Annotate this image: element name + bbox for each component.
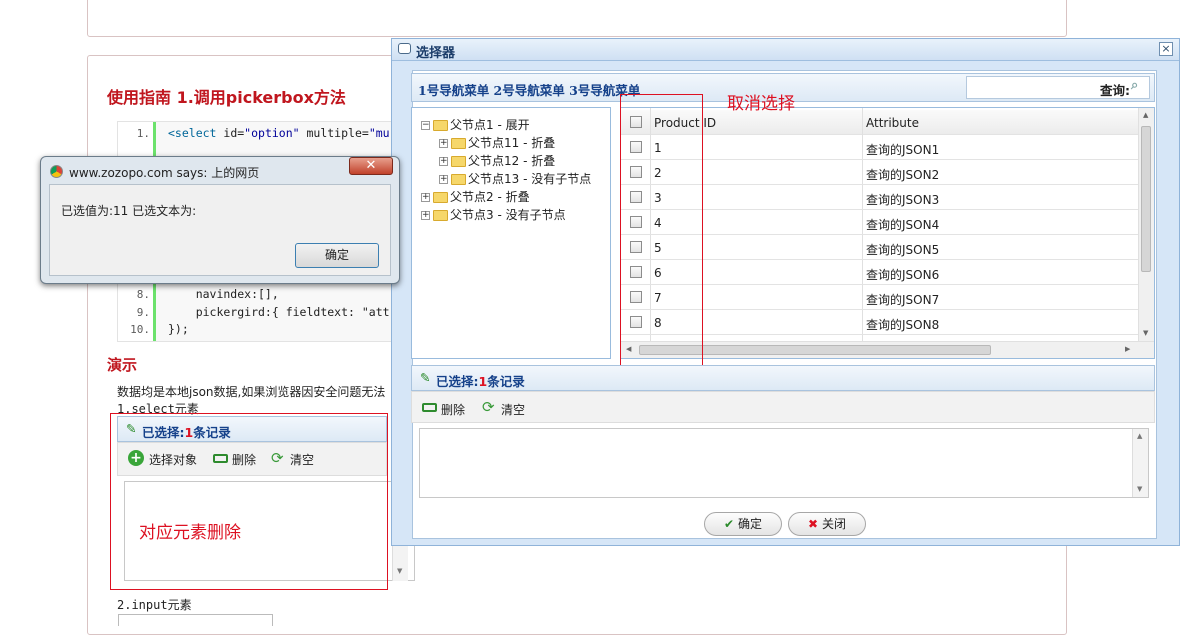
- alert-window: www.zozopo.com says: 上的网页 ✕ 已选值为:11 已选文本…: [40, 156, 400, 284]
- check-icon: ✔: [723, 517, 735, 531]
- tree-node[interactable]: − 父节点1 - 展开: [421, 116, 530, 133]
- tree-node[interactable]: + 父节点12 - 折叠: [439, 152, 555, 169]
- dialog-delete-button[interactable]: 删除: [441, 401, 465, 418]
- top-card: [87, 0, 1067, 37]
- tree-node[interactable]: + 父节点11 - 折叠: [439, 134, 555, 151]
- dialog-selected-list[interactable]: ▲ ▼: [419, 428, 1149, 498]
- selected-suffix: 条记录: [487, 374, 525, 389]
- selected-prefix: 已选择:: [436, 374, 479, 389]
- dialog-close-button[interactable]: ✖ 关闭: [788, 512, 866, 536]
- folder-icon: [451, 174, 466, 185]
- dialog-title: 选择器: [416, 46, 456, 61]
- alert-content: 已选值为:11 已选文本为: 确定: [49, 184, 391, 276]
- folder-icon: [433, 192, 448, 203]
- annotation-delete: 对应元素删除: [139, 523, 241, 543]
- expand-toggle-icon[interactable]: +: [439, 157, 448, 166]
- demo-title: 演示: [107, 356, 138, 374]
- folder-icon: [451, 138, 466, 149]
- demo-description: 数据均是本地json数据,如果浏览器因安全问题无法: [117, 385, 386, 399]
- input-element[interactable]: [118, 614, 273, 626]
- expand-toggle-icon[interactable]: +: [439, 175, 448, 184]
- code-line-number: 1.: [136, 127, 150, 140]
- tree-node[interactable]: + 父节点2 - 折叠: [421, 188, 530, 205]
- picker-dialog-header: 选择器 ×: [392, 39, 1179, 61]
- pencil-icon: ✎: [420, 370, 431, 385]
- code-line-number: 8.: [136, 288, 150, 301]
- dialog-clear-button[interactable]: 清空: [501, 401, 525, 418]
- annotation-box-checkbox-column: [620, 94, 703, 381]
- annotation-cancel: 取消选择: [727, 94, 795, 114]
- expand-toggle-icon[interactable]: +: [421, 211, 430, 220]
- nav-menus[interactable]: 1号导航菜单 2号导航菜单 3号导航菜单: [418, 80, 640, 99]
- code-line: });: [168, 322, 189, 336]
- dialog-selected-toolbar: 删除 ⟳ 清空: [411, 391, 1155, 423]
- grid-header-attribute[interactable]: Attribute: [866, 116, 919, 130]
- collapse-toggle-icon[interactable]: −: [421, 121, 430, 130]
- code-line-number: 10.: [130, 323, 150, 336]
- input-label: 2.input元素: [117, 598, 192, 612]
- search-icon[interactable]: ⌕: [1131, 78, 1138, 93]
- expand-toggle-icon[interactable]: +: [439, 139, 448, 148]
- dialog-ok-button[interactable]: ✔ 确定: [704, 512, 782, 536]
- code-line: <select id="option" multiple="mu: [168, 126, 390, 140]
- search-label: 查询:: [1100, 83, 1130, 98]
- annotation-box-left: [110, 413, 388, 590]
- code-line: pickergird:{ fieldtext: "att: [168, 305, 390, 319]
- grid-vertical-scrollbar[interactable]: ▲ ▼: [1138, 108, 1154, 341]
- alert-close-icon[interactable]: ✕: [349, 157, 393, 175]
- dialog-icon: [398, 43, 411, 54]
- code-line: navindex:[],: [168, 287, 279, 301]
- alert-ok-button[interactable]: 确定: [295, 243, 379, 268]
- refresh-icon: ⟳: [482, 398, 495, 416]
- selected-count: 1: [478, 374, 488, 389]
- close-icon[interactable]: ×: [1159, 42, 1173, 56]
- folder-icon: [451, 156, 466, 167]
- tree-node[interactable]: + 父节点13 - 没有子节点: [439, 170, 591, 187]
- tree-node[interactable]: + 父节点3 - 没有子节点: [421, 206, 566, 223]
- dialog-selected-header: ✎ 已选择:1条记录: [411, 365, 1155, 391]
- x-icon: ✖: [807, 517, 819, 531]
- delete-icon: [422, 403, 437, 412]
- guide-title: 使用指南 1.调用pickerbox方法: [107, 88, 346, 107]
- folder-icon: [433, 210, 448, 221]
- code-line-number: 9.: [136, 306, 150, 319]
- alert-message: 已选值为:11 已选文本为:: [61, 204, 197, 218]
- alert-title: www.zozopo.com says: 上的网页: [69, 166, 260, 180]
- expand-toggle-icon[interactable]: +: [421, 193, 430, 202]
- browser-icon: [50, 165, 63, 178]
- folder-icon: [433, 120, 448, 131]
